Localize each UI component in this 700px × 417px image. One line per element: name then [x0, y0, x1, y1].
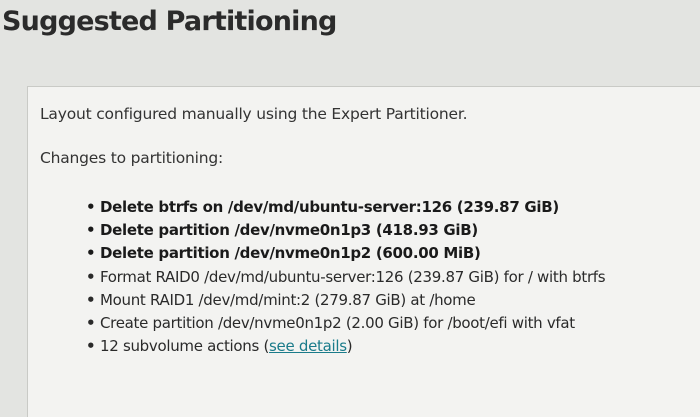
bullet-icon: •: [86, 244, 96, 263]
list-item: • Format RAID0 /dev/md/ubuntu-server:126 …: [86, 266, 606, 289]
list-item-subvolumes: • 12 subvolume actions (see details): [86, 335, 605, 358]
change-text: Delete partition /dev/nvme0n1p2 (600.00 …: [100, 244, 481, 263]
changes-label: Changes to partitioning:: [40, 149, 224, 167]
changes-list: • Delete btrfs on /dev/md/ubuntu-server:1…: [86, 196, 606, 358]
bullet-icon: •: [86, 290, 96, 309]
bullet-icon: •: [86, 313, 96, 332]
bullet-icon: •: [86, 221, 96, 240]
intro-text: Layout configured manually using the Exp…: [40, 105, 468, 123]
list-item: • Delete partition /dev/nvme0n1p2 (600.00…: [86, 242, 605, 265]
change-text: Mount RAID1 /dev/md/mint:2 (279.87 GiB) …: [100, 290, 476, 309]
bullet-icon: •: [86, 267, 96, 286]
change-text: Delete btrfs on /dev/md/ubuntu-server:12…: [100, 198, 559, 216]
subvolume-prefix: 12 subvolume actions (: [100, 337, 270, 356]
summary-panel: Layout configured manually using the Exp…: [27, 86, 700, 417]
list-item: • Delete btrfs on /dev/md/ubuntu-server:1…: [86, 196, 605, 219]
list-item: • Create partition /dev/nvme0n1p2 (2.00 G…: [86, 312, 605, 335]
bullet-icon: •: [86, 337, 96, 356]
see-details-link[interactable]: see details: [269, 337, 347, 355]
change-text: Format RAID0 /dev/md/ubuntu-server:126 (…: [100, 267, 606, 286]
change-text: Delete partition /dev/nvme0n1p3 (418.93 …: [100, 221, 478, 240]
list-item: • Mount RAID1 /dev/md/mint:2 (279.87 GiB)…: [86, 289, 605, 312]
list-item: • Delete partition /dev/nvme0n1p3 (418.93…: [86, 219, 605, 242]
change-text: Create partition /dev/nvme0n1p2 (2.00 Gi…: [100, 313, 575, 332]
page-title: Suggested Partitioning: [2, 6, 337, 37]
subvolume-suffix: ): [346, 337, 353, 356]
bullet-icon: •: [86, 198, 96, 216]
